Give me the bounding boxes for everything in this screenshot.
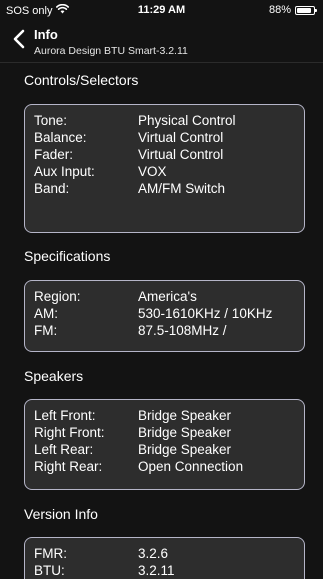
row-value: Virtual Control xyxy=(138,130,224,145)
row-label: BTU: xyxy=(34,563,65,578)
row-value: 530-1610KHz / 10KHz xyxy=(138,306,273,321)
info-scroll-content[interactable]: Controls/Selectors Tone: Physical Contro… xyxy=(0,63,323,579)
section-title-version: Version Info xyxy=(24,506,98,522)
row-value: AM/FM Switch xyxy=(138,181,226,196)
chevron-left-icon xyxy=(13,29,25,54)
battery-fill xyxy=(297,7,312,13)
row-label: Region: xyxy=(34,289,81,304)
row-label: Left Front: xyxy=(34,408,96,423)
controls-card: Tone: Physical Control Balance: Virtual … xyxy=(24,104,305,233)
battery-cap xyxy=(315,8,317,12)
battery-percent: 88% xyxy=(268,4,291,16)
row-value: Bridge Speaker xyxy=(138,408,232,423)
battery-icon xyxy=(295,5,317,15)
row-label: Tone: xyxy=(34,113,68,128)
row-label: Right Rear: xyxy=(34,459,103,474)
row-value: Virtual Control xyxy=(138,147,224,162)
status-right: 88% xyxy=(268,4,317,16)
row-label: Right Front: xyxy=(34,425,105,440)
device-subtitle: Aurora Design BTU Smart-3.2.11 xyxy=(34,45,188,57)
row-value: 87.5-108MHz / xyxy=(138,323,227,338)
row-value: Open Connection xyxy=(138,459,244,474)
row-value: VOX xyxy=(138,164,167,179)
specifications-card: Region: America's AM: 530-1610KHz / 10KH… xyxy=(24,280,305,352)
row-label: Fader: xyxy=(34,147,74,162)
row-label: Aux Input: xyxy=(34,164,95,179)
row-label: Band: xyxy=(34,181,70,196)
speakers-card: Left Front: Bridge Speaker Right Front: … xyxy=(24,399,305,490)
section-title-controls: Controls/Selectors xyxy=(24,72,139,88)
row-value: 3.2.6 xyxy=(138,546,169,561)
back-button[interactable] xyxy=(8,26,30,56)
version-card: FMR: 3.2.6 BTU: 3.2.11 xyxy=(24,537,305,579)
row-label: Balance: xyxy=(34,130,87,145)
row-label: Left Rear: xyxy=(34,442,94,457)
row-value: America's xyxy=(138,289,197,304)
row-value: Physical Control xyxy=(138,113,236,128)
row-label: FMR: xyxy=(34,546,67,561)
section-title-speakers: Speakers xyxy=(24,368,84,384)
page-title: Info xyxy=(34,27,58,42)
row-label: AM: xyxy=(34,306,59,321)
section-title-specifications: Specifications xyxy=(24,248,111,264)
row-label: FM: xyxy=(34,323,58,338)
status-bar: SOS only 11:29 AM 88% xyxy=(0,0,323,22)
row-value: Bridge Speaker xyxy=(138,425,232,440)
row-value: 3.2.11 xyxy=(138,563,175,578)
row-value: Bridge Speaker xyxy=(138,442,232,457)
navigation-bar: Info Aurora Design BTU Smart-3.2.11 xyxy=(0,22,323,62)
